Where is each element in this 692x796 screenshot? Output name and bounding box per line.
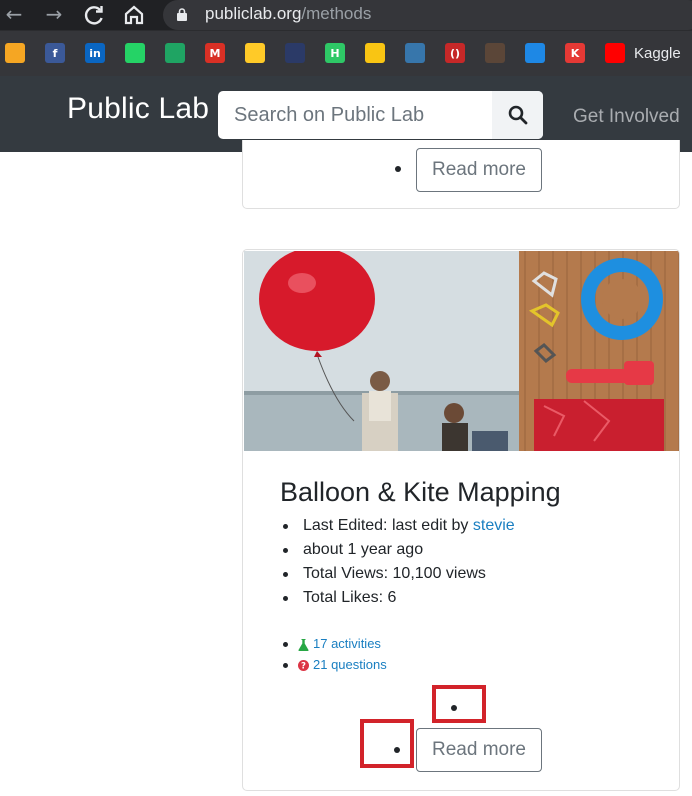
python-icon[interactable] (405, 43, 425, 63)
codechef-icon[interactable] (485, 43, 505, 63)
meta-time-ago: about 1 year ago (283, 538, 515, 562)
hackerrank-icon[interactable]: H (325, 43, 345, 63)
back-arrow-icon[interactable]: ← (2, 3, 26, 27)
svg-text:?: ? (301, 662, 306, 672)
method-hero-image[interactable] (244, 251, 680, 451)
k-icon[interactable]: K (565, 43, 585, 63)
highlight-box (432, 685, 486, 723)
activities-link-item[interactable]: 17 activities (283, 633, 387, 654)
activity-list: 17 activities ? 21 questions (283, 633, 387, 675)
meta-last-edited: Last Edited: last edit by stevie (283, 514, 515, 538)
method-title[interactable]: Balloon & Kite Mapping (280, 477, 561, 508)
previous-method-card: Read more (242, 140, 680, 209)
list-bullet (395, 166, 401, 172)
meta-total-likes: Total Likes: 6 (283, 586, 515, 610)
home-icon[interactable] (122, 3, 146, 27)
sync-icon[interactable] (525, 43, 545, 63)
question-circle-icon: ? (298, 660, 309, 672)
youtube-icon[interactable] (605, 43, 625, 63)
nav-get-involved[interactable]: Get Involved (573, 106, 680, 128)
hourglass-icon[interactable] (5, 43, 25, 63)
search-form (218, 91, 543, 139)
brackets-icon[interactable]: () (445, 43, 465, 63)
search-input[interactable] (218, 91, 492, 139)
search-button[interactable] (492, 91, 543, 139)
read-more-button[interactable]: Read more (416, 148, 542, 192)
linkedin-icon[interactable]: in (85, 43, 105, 63)
bookmark-label-kaggle[interactable]: Kaggle (634, 45, 681, 62)
brand-logo[interactable]: Public Lab (67, 92, 209, 126)
lock-icon (177, 8, 187, 21)
google-drive-icon[interactable] (165, 43, 185, 63)
search-icon (508, 105, 527, 125)
facebook-icon[interactable]: f (45, 43, 65, 63)
lightbulb-icon[interactable] (365, 43, 385, 63)
method-meta-list: Last Edited: last edit by stevie about 1… (283, 514, 515, 610)
bookmarks-bar: Kaggle f in M H () K (0, 30, 692, 76)
forward-arrow-icon[interactable]: → (42, 3, 66, 27)
gmail-icon[interactable]: M (205, 43, 225, 63)
whatsapp-icon[interactable] (125, 43, 145, 63)
browser-toolbar: ← → publiclab.org/methods (0, 0, 692, 30)
reload-icon[interactable] (82, 3, 106, 27)
dark-square-icon[interactable] (285, 43, 305, 63)
read-more-button[interactable]: Read more (416, 728, 542, 772)
highlight-box (360, 719, 414, 768)
author-link[interactable]: stevie (473, 517, 515, 534)
meta-total-views: Total Views: 10,100 views (283, 562, 515, 586)
url-text: publiclab.org/methods (205, 4, 372, 23)
firebase-icon[interactable] (245, 43, 265, 63)
questions-link-item[interactable]: ? 21 questions (283, 654, 387, 675)
flask-icon (298, 638, 309, 651)
